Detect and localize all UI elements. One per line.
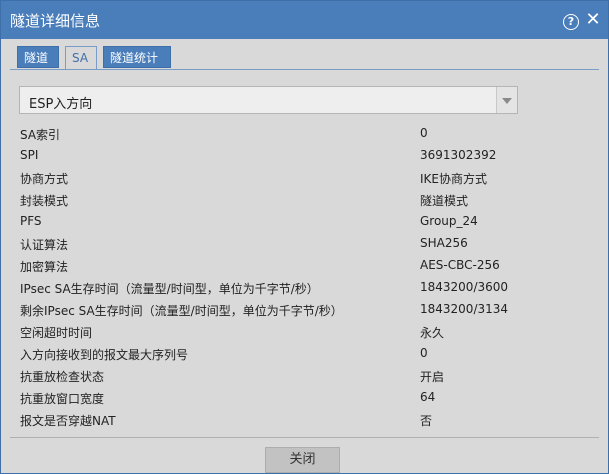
info-label: SPI — [20, 148, 39, 162]
info-value: 64 — [420, 390, 436, 404]
tab-tunnel[interactable]: 隧道 — [17, 46, 59, 68]
info-row: 抗重放检查状态 开启 — [1, 365, 608, 387]
tunnel-detail-dialog: 隧道详细信息 ? ✕ 隧道 SA 隧道统计 ESP入方向 SA索引 0 SPI 369… — [0, 0, 609, 474]
info-label: 认证算法 — [20, 238, 69, 252]
info-value: IKE协商方式 — [420, 172, 487, 186]
info-label: 报文是否穿越NAT — [20, 414, 116, 428]
chevron-down-icon[interactable] — [496, 87, 517, 113]
sa-direction-value: ESP入方向 — [29, 97, 93, 112]
title-bar: 隧道详细信息 ? ✕ — [1, 1, 608, 39]
sa-direction-select[interactable]: ESP入方向 — [19, 86, 518, 114]
info-value: 开启 — [420, 370, 445, 384]
info-value: 0 — [420, 126, 428, 140]
info-row: PFS Group_24 — [1, 211, 608, 233]
tab-tunnel-stats[interactable]: 隧道统计 — [103, 46, 171, 68]
info-value: 否 — [420, 414, 433, 428]
info-row: 协商方式 IKE协商方式 — [1, 167, 608, 189]
info-row: 空闲超时时间 永久 — [1, 321, 608, 343]
info-label: 抗重放窗口宽度 — [20, 392, 105, 406]
info-label: IPsec SA生存时间（流量型/时间型，单位为千字节/秒） — [20, 282, 319, 296]
info-label: 加密算法 — [20, 260, 69, 274]
info-label: 剩余IPsec SA生存时间（流量型/时间型，单位为千字节/秒） — [20, 304, 343, 318]
info-row: IPsec SA生存时间（流量型/时间型，单位为千字节/秒） 1843200/36… — [1, 277, 608, 299]
info-value: 永久 — [420, 326, 445, 340]
help-icon[interactable]: ? — [563, 14, 579, 30]
info-row: 加密算法 AES-CBC-256 — [1, 255, 608, 277]
info-value: 1843200/3600 — [420, 280, 509, 294]
tab-divider — [10, 69, 599, 70]
info-label: 入方向接收到的报文最大序列号 — [20, 348, 189, 362]
info-label: PFS — [20, 214, 42, 228]
info-row: 报文是否穿越NAT 否 — [1, 409, 608, 431]
info-row: 剩余IPsec SA生存时间（流量型/时间型，单位为千字节/秒） 1843200/… — [1, 299, 608, 321]
info-row: 入方向接收到的报文最大序列号 0 — [1, 343, 608, 365]
info-value: 3691302392 — [420, 148, 497, 162]
info-value: 0 — [420, 346, 428, 360]
info-row: SPI 3691302392 — [1, 145, 608, 167]
tab-sa[interactable]: SA — [65, 46, 97, 70]
info-value: 1843200/3134 — [420, 302, 509, 316]
close-icon[interactable]: ✕ — [585, 11, 601, 29]
info-value: AES-CBC-256 — [420, 258, 500, 272]
info-label: 封装模式 — [20, 194, 69, 208]
info-row: 抗重放窗口宽度 64 — [1, 387, 608, 409]
dialog-title: 隧道详细信息 — [10, 12, 101, 30]
close-button[interactable]: 关闭 — [265, 447, 340, 473]
info-value: Group_24 — [420, 214, 478, 228]
info-row: SA索引 0 — [1, 123, 608, 145]
info-label: 抗重放检查状态 — [20, 370, 105, 384]
info-label: SA索引 — [20, 128, 61, 142]
info-label: 空闲超时时间 — [20, 326, 93, 340]
info-label: 协商方式 — [20, 172, 69, 186]
info-value: SHA256 — [420, 236, 468, 250]
info-value: 隧道模式 — [420, 194, 469, 208]
footer-divider — [10, 437, 599, 438]
info-row: 封装模式 隧道模式 — [1, 189, 608, 211]
info-row: 认证算法 SHA256 — [1, 233, 608, 255]
